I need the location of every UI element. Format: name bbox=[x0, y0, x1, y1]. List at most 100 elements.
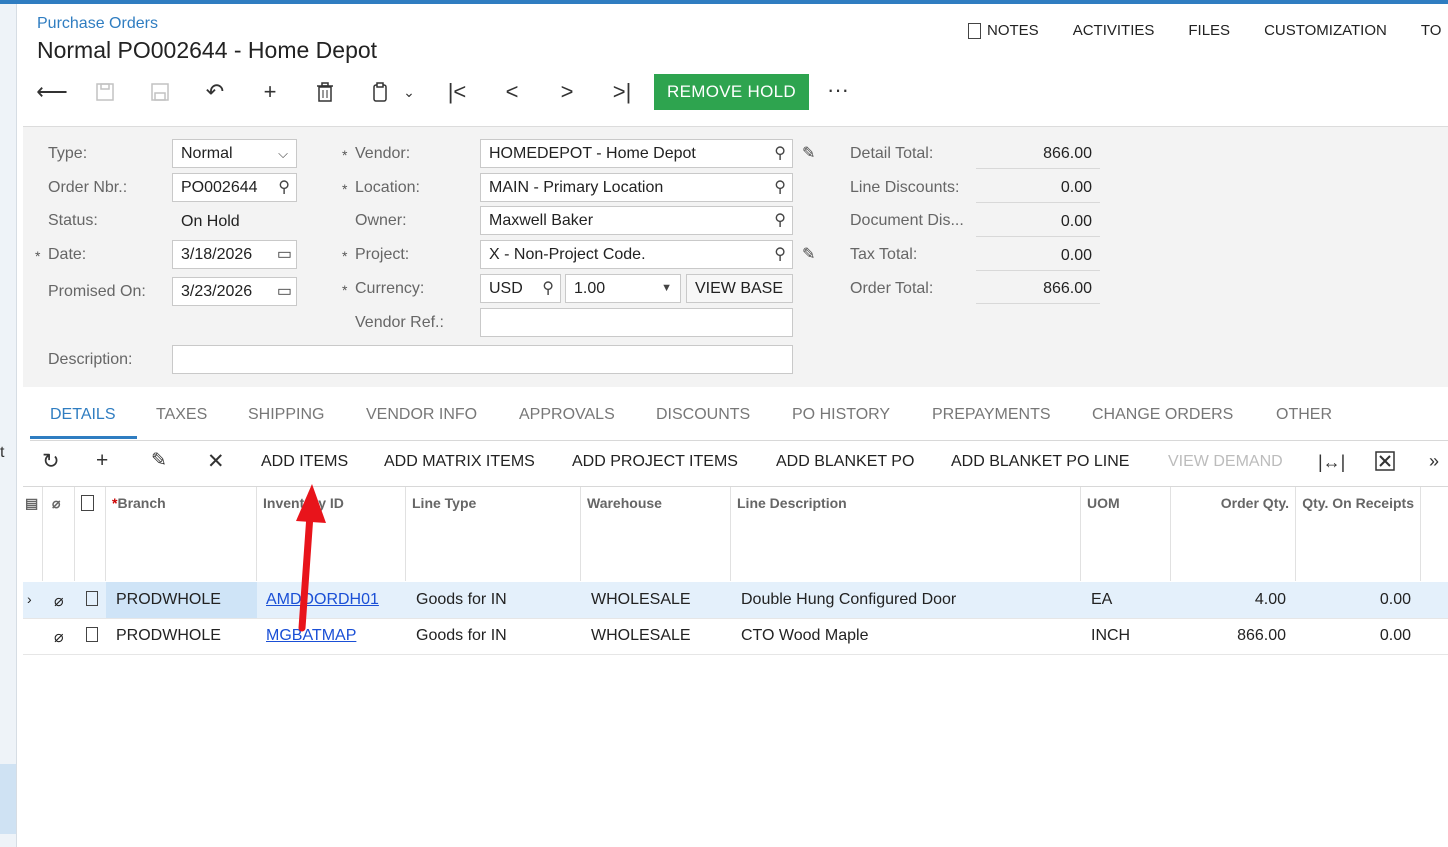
date-field[interactable]: 3/18/2026 ▭ bbox=[172, 240, 297, 269]
description-field[interactable] bbox=[172, 345, 793, 374]
tab-change-orders[interactable]: CHANGE ORDERS bbox=[1092, 406, 1233, 424]
add-blanket-po-button[interactable]: ADD BLANKET PO bbox=[776, 453, 914, 471]
search-icon[interactable]: ⚲ bbox=[774, 241, 786, 268]
warehouse-cell[interactable]: WHOLESALE bbox=[591, 591, 691, 609]
uom-cell[interactable]: INCH bbox=[1091, 627, 1130, 645]
line-description-cell[interactable]: CTO Wood Maple bbox=[741, 627, 868, 645]
search-icon[interactable]: ⚲ bbox=[774, 174, 786, 201]
note-icon[interactable] bbox=[86, 591, 98, 611]
column-header-line-description[interactable]: Line Description bbox=[731, 487, 1081, 581]
more-menu-icon[interactable]: ··· bbox=[827, 74, 849, 110]
note-icon[interactable] bbox=[86, 627, 98, 647]
delete-row-icon[interactable]: ✕ bbox=[207, 449, 225, 474]
search-icon[interactable]: ⚲ bbox=[542, 275, 554, 302]
tab-prepayments[interactable]: PREPAYMENTS bbox=[932, 406, 1051, 424]
table-row[interactable]: ⌀ PRODWHOLE MGBATMAP Goods for IN WHOLES… bbox=[23, 618, 1448, 655]
vendor-ref-field[interactable] bbox=[480, 308, 793, 337]
remove-hold-button[interactable]: REMOVE HOLD bbox=[654, 74, 809, 110]
column-header-branch[interactable]: *Branch bbox=[106, 487, 257, 581]
tab-discounts[interactable]: DISCOUNTS bbox=[656, 406, 750, 424]
clipboard-icon[interactable] bbox=[365, 74, 395, 110]
add-blanket-po-line-button[interactable]: ADD BLANKET PO LINE bbox=[951, 453, 1129, 471]
owner-label: Owner: bbox=[355, 212, 407, 229]
column-header-order-qty[interactable]: Order Qty. bbox=[1171, 487, 1296, 581]
customization-link[interactable]: CUSTOMIZATION bbox=[1264, 22, 1387, 39]
tools-link[interactable]: TO bbox=[1421, 22, 1442, 39]
back-icon[interactable]: ⟵ bbox=[36, 74, 68, 110]
add-matrix-items-button[interactable]: ADD MATRIX ITEMS bbox=[384, 453, 535, 471]
refresh-icon[interactable]: ↻ bbox=[42, 449, 60, 474]
promised-on-field[interactable]: 3/23/2026 ▭ bbox=[172, 277, 297, 306]
project-field[interactable]: X - Non-Project Code. ⚲ bbox=[480, 240, 793, 269]
search-icon[interactable]: ⚲ bbox=[278, 174, 290, 201]
inventory-id-link[interactable]: MGBATMAP bbox=[266, 627, 356, 645]
delete-icon[interactable] bbox=[310, 74, 340, 110]
divider bbox=[976, 168, 1100, 169]
tab-po-history[interactable]: PO HISTORY bbox=[792, 406, 890, 424]
branch-cell[interactable]: PRODWHOLE bbox=[116, 591, 221, 609]
tab-other[interactable]: OTHER bbox=[1276, 406, 1332, 424]
first-record-icon[interactable]: |< bbox=[442, 74, 472, 110]
save-close-icon[interactable] bbox=[90, 74, 120, 110]
add-row-icon[interactable]: + bbox=[96, 449, 108, 473]
files-link[interactable]: FILES bbox=[1188, 22, 1230, 39]
vendor-field[interactable]: HOMEDEPOT - Home Depot ⚲ bbox=[480, 139, 793, 168]
branch-cell[interactable]: PRODWHOLE bbox=[116, 627, 221, 645]
inventory-id-link[interactable]: AMDOORDH01 bbox=[266, 591, 379, 609]
column-header-line-type[interactable]: Line Type bbox=[406, 487, 581, 581]
tab-approvals[interactable]: APPROVALS bbox=[519, 406, 615, 424]
view-demand-button[interactable]: VIEW DEMAND bbox=[1168, 453, 1283, 471]
edit-pencil-icon[interactable]: ✎ bbox=[802, 244, 815, 264]
type-select[interactable]: Normal ⌵ bbox=[172, 139, 297, 168]
line-type-cell[interactable]: Goods for IN bbox=[416, 627, 507, 645]
attachment-icon[interactable]: ⌀ bbox=[54, 627, 64, 647]
add-icon[interactable]: + bbox=[255, 74, 285, 110]
owner-field[interactable]: Maxwell Baker ⚲ bbox=[480, 206, 793, 235]
order-qty-cell[interactable]: 4.00 bbox=[1171, 591, 1286, 609]
currency-rate-select[interactable]: 1.00 ▼ bbox=[565, 274, 681, 303]
add-items-button[interactable]: ADD ITEMS bbox=[261, 453, 348, 471]
attachment-icon[interactable]: ⌀ bbox=[54, 591, 64, 611]
tab-shipping[interactable]: SHIPPING bbox=[248, 406, 324, 424]
column-header-warehouse[interactable]: Warehouse bbox=[581, 487, 731, 581]
search-icon[interactable]: ⚲ bbox=[774, 207, 786, 234]
table-row[interactable]: › ⌀ PRODWHOLE AMDOORDH01 Goods for IN WH… bbox=[23, 582, 1448, 619]
edit-pencil-icon[interactable]: ✎ bbox=[151, 449, 167, 472]
search-icon[interactable]: ⚲ bbox=[774, 140, 786, 167]
calendar-icon[interactable]: ▭ bbox=[277, 241, 292, 268]
uom-cell[interactable]: EA bbox=[1091, 591, 1112, 609]
expand-row-icon[interactable]: › bbox=[27, 591, 32, 607]
next-record-icon[interactable]: > bbox=[552, 74, 582, 110]
view-base-button[interactable]: VIEW BASE bbox=[686, 274, 793, 303]
document-discount-label: Document Dis... bbox=[850, 212, 964, 229]
currency-field[interactable]: USD ⚲ bbox=[480, 274, 561, 303]
add-project-items-button[interactable]: ADD PROJECT ITEMS bbox=[572, 453, 738, 471]
column-header-inventory-id[interactable]: Inventory ID bbox=[257, 487, 406, 581]
edit-pencil-icon[interactable]: ✎ bbox=[802, 143, 815, 163]
tab-details[interactable]: DETAILS bbox=[50, 406, 116, 424]
activities-link[interactable]: ACTIVITIES bbox=[1073, 22, 1155, 39]
warehouse-cell[interactable]: WHOLESALE bbox=[591, 627, 691, 645]
grid-settings-icon[interactable]: ▤ bbox=[23, 487, 43, 581]
undo-icon[interactable]: ↶ bbox=[200, 74, 230, 110]
chevron-down-icon[interactable]: ⌄ bbox=[394, 74, 424, 110]
fit-columns-icon[interactable]: |↔| bbox=[1318, 452, 1345, 473]
export-excel-icon[interactable] bbox=[1375, 451, 1395, 477]
tab-taxes[interactable]: TAXES bbox=[156, 406, 207, 424]
line-description-cell[interactable]: Double Hung Configured Door bbox=[741, 591, 956, 609]
column-header-uom[interactable]: UOM bbox=[1081, 487, 1171, 581]
previous-record-icon[interactable]: < bbox=[497, 74, 527, 110]
last-record-icon[interactable]: >| bbox=[607, 74, 637, 110]
more-chevron-icon[interactable]: » bbox=[1429, 451, 1439, 472]
notes-link[interactable]: NOTES bbox=[968, 22, 1039, 39]
line-type-cell[interactable]: Goods for IN bbox=[416, 591, 507, 609]
breadcrumb[interactable]: Purchase Orders bbox=[37, 15, 158, 33]
divider bbox=[976, 270, 1100, 271]
location-field[interactable]: MAIN - Primary Location ⚲ bbox=[480, 173, 793, 202]
column-header-qty-on-receipts[interactable]: Qty. On Receipts bbox=[1296, 487, 1421, 581]
tab-vendor-info[interactable]: VENDOR INFO bbox=[366, 406, 477, 424]
calendar-icon[interactable]: ▭ bbox=[277, 278, 292, 305]
save-icon[interactable] bbox=[145, 74, 175, 110]
order-nbr-field[interactable]: PO002644 ⚲ bbox=[172, 173, 297, 202]
order-qty-cell[interactable]: 866.00 bbox=[1171, 627, 1286, 645]
